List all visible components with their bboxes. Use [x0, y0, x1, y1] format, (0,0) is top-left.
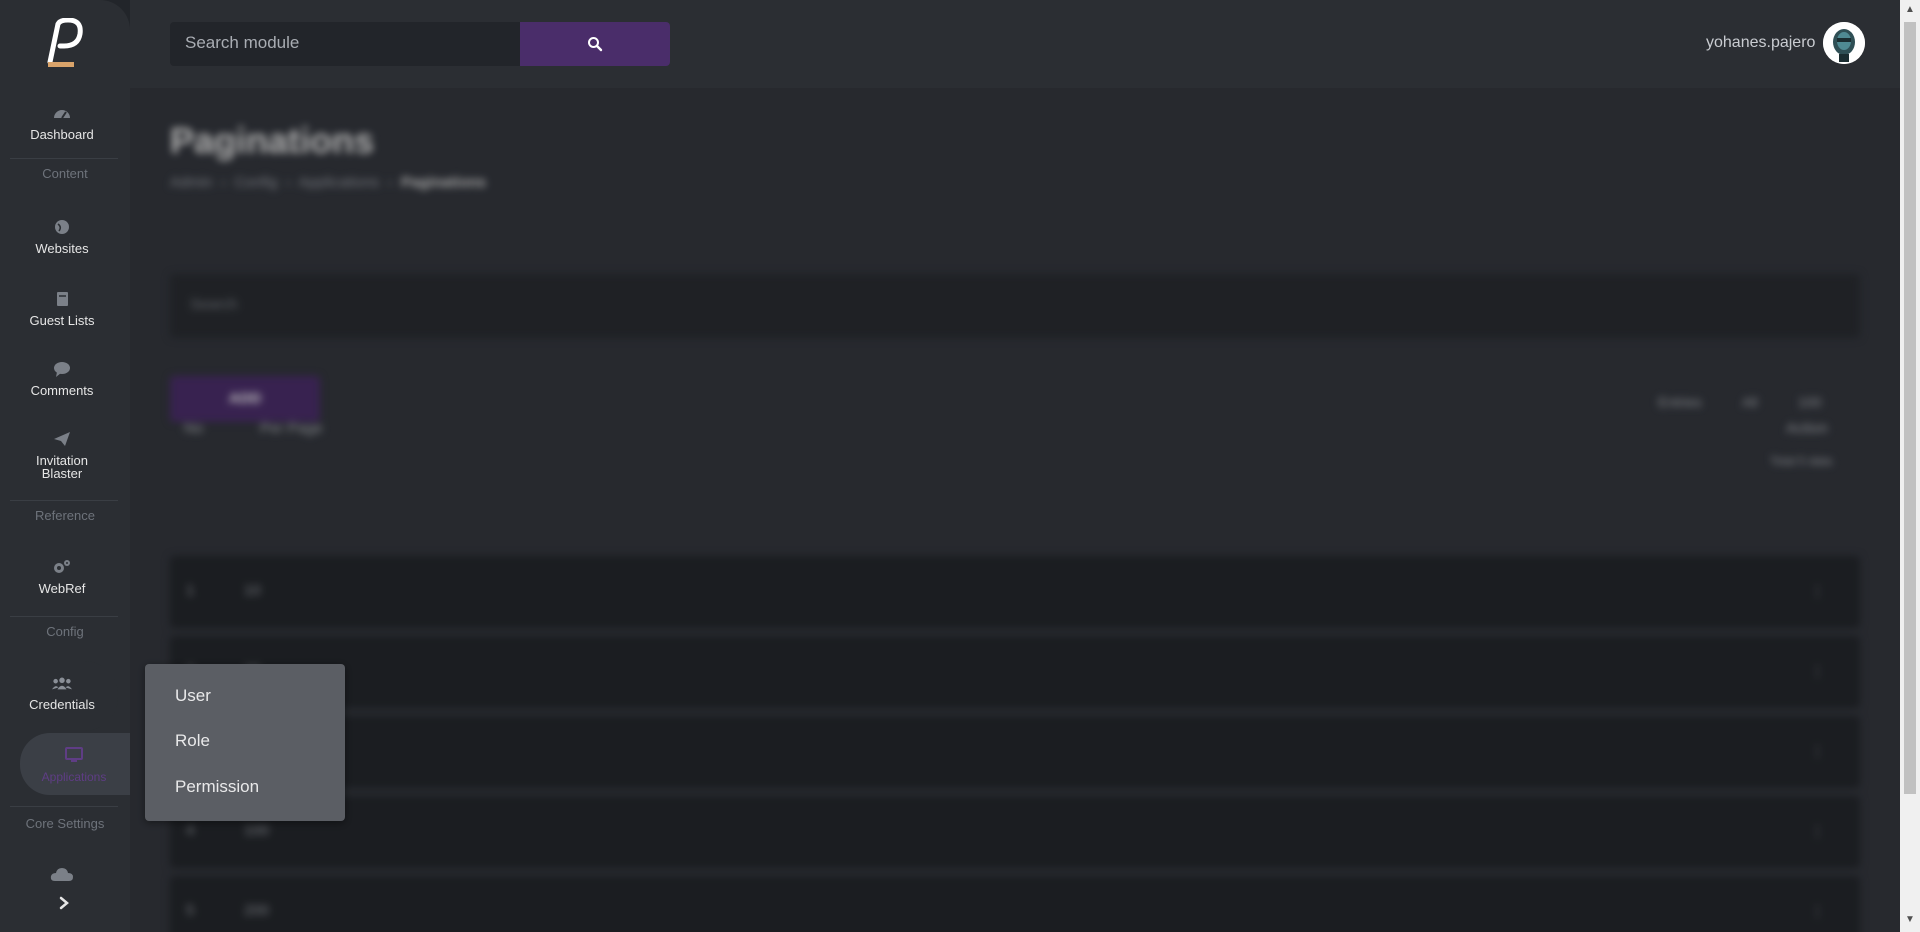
scroll-down-arrow-icon[interactable]: ▼ — [1904, 914, 1916, 926]
sidebar-section-content: Content — [42, 166, 88, 181]
sidebar-item-websites[interactable]: Websites — [0, 218, 124, 255]
menu-item-permission[interactable]: Permission — [175, 777, 259, 797]
avatar[interactable] — [1823, 22, 1865, 64]
sidebar-item-credentials[interactable]: Credentials — [0, 674, 124, 711]
sidebar-item-label: Applications — [41, 770, 107, 784]
sidebar-section-reference: Reference — [35, 508, 95, 523]
sidebar-item-label: WebRef — [38, 581, 86, 596]
globe-icon — [55, 220, 69, 234]
sidebar-item-label: Dashboard — [30, 127, 94, 142]
sidebar-item-label: Invitation Blaster — [35, 453, 89, 481]
monitor-icon — [65, 747, 83, 762]
sidebar-divider — [10, 616, 118, 617]
scrollbar-thumb[interactable] — [1904, 22, 1916, 794]
search-placeholder: Search module — [185, 33, 300, 52]
sidebar-item-webref[interactable]: WebRef — [0, 558, 124, 595]
username[interactable]: yohanes.pajero — [1706, 34, 1815, 52]
send-icon — [54, 432, 70, 446]
expand-sidebar-chevron-icon[interactable] — [58, 896, 70, 915]
logo[interactable] — [40, 18, 90, 70]
search-icon — [588, 37, 603, 52]
book-icon — [57, 292, 68, 306]
sidebar-item-label: Credentials — [29, 697, 95, 712]
sidebar-item-applications[interactable]: Applications — [12, 746, 136, 784]
avatar-image — [1823, 22, 1865, 64]
dashboard-icon — [54, 110, 70, 119]
credentials-dropdown-menu: User Role Permission — [145, 664, 345, 821]
sidebar-item-invitation-blaster[interactable]: Invitation Blaster — [0, 430, 124, 480]
users-icon — [52, 677, 72, 690]
modal-overlay[interactable] — [130, 88, 1900, 932]
sidebar-item-guest-lists[interactable]: Guest Lists — [0, 290, 124, 327]
sidebar-item-label: Comments — [30, 383, 94, 398]
scroll-up-arrow-icon[interactable]: ▲ — [1904, 4, 1916, 16]
search-button[interactable] — [520, 22, 670, 66]
sidebar-section-config: Config — [46, 624, 84, 639]
sidebar-divider — [10, 806, 118, 807]
sidebar-divider — [10, 158, 118, 159]
sidebar-divider — [10, 500, 118, 501]
menu-item-user[interactable]: User — [175, 686, 211, 706]
cogs-icon — [54, 560, 70, 573]
sidebar-item-label: Websites — [35, 241, 89, 256]
sidebar-item-comments[interactable]: Comments — [0, 360, 124, 397]
menu-item-role[interactable]: Role — [175, 731, 210, 751]
sidebar-item-dashboard[interactable]: Dashboard — [0, 104, 124, 141]
sidebar-section-core-settings: Core Settings — [25, 816, 105, 831]
comment-icon — [54, 362, 70, 377]
sidebar-item-label: Guest Lists — [29, 313, 95, 328]
cloud-icon[interactable] — [50, 866, 74, 882]
